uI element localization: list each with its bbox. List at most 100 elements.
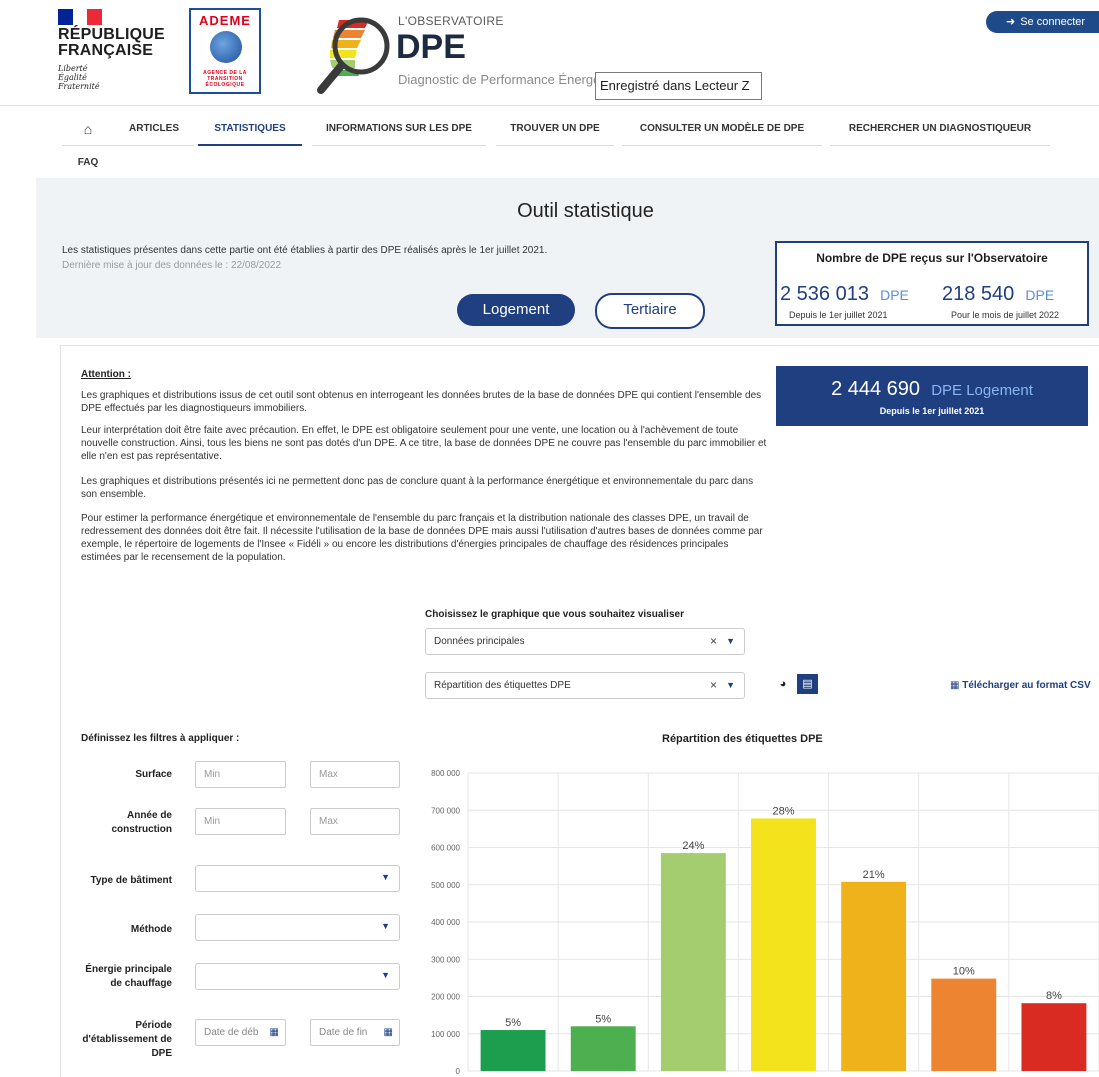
bar-label-A: 5% [505,1017,521,1029]
total-count: 2 536 013 DPE [780,283,909,306]
month-count-value: 218 540 [942,283,1015,305]
surface-min-input[interactable]: Min [195,761,286,788]
category-select[interactable]: Données principales × ▼ [425,628,745,655]
methode-select[interactable]: ▼ [195,914,400,941]
bar-B[interactable] [570,1026,636,1071]
nav-faq[interactable]: FAQ [62,148,114,180]
category-select-value: Données principales [434,636,525,647]
saved-tooltip: Enregistré dans Lecteur Z [595,72,762,100]
y-tick-label: 200 000 [431,993,460,1002]
chart-chooser-label: Choisissez le graphique que vous souhait… [425,609,684,620]
logement-count-caption: Depuis le 1er juillet 2021 [879,406,985,416]
rf-title-line2: FRANÇAISE [58,42,154,59]
total-count-caption: Depuis le 1er juillet 2021 [789,310,888,320]
rf-motto: Liberté Égalité Fraternité [58,64,100,91]
header-divider [0,105,1099,106]
tertiaire-button[interactable]: Tertiaire [595,293,705,329]
nav-rechercher-diagnostiqueur[interactable]: RECHERCHER UN DIAGNOSTIQUEUR [830,114,1050,146]
chevron-down-icon: ▼ [381,970,390,980]
type-batiment-label: Type de bâtiment [90,875,173,886]
bar-D[interactable] [751,818,816,1071]
rf-title-line1: RÉPUBLIQUE [58,26,165,43]
y-tick-label: 600 000 [431,844,460,853]
y-tick-label: 500 000 [431,881,460,890]
bar-label-G: 8% [1046,990,1062,1002]
bar-G[interactable] [1021,1003,1087,1071]
brand-subtitle: Diagnostic de Performance Énergé [398,72,601,87]
observatoire-label: L'OBSERVATOIRE [398,14,504,28]
month-count: 218 540 DPE [942,283,1054,306]
ademe-subtitle: AGENCE DE LA TRANSITION ÉCOLOGIQUE [203,70,247,88]
energie-chauffage-select[interactable]: ▼ [195,963,400,990]
month-count-caption: Pour le mois de juillet 2022 [951,310,1060,320]
nav-informations[interactable]: INFORMATIONS SUR LES DPE [312,114,486,146]
chevron-down-icon: ▼ [381,921,390,931]
home-icon: ⌂ [83,121,93,137]
globe-icon [210,31,242,63]
periode-label: Période d'établissement de DPE [82,1020,172,1059]
y-tick-label: 100 000 [431,1030,460,1039]
main-nav: ⌂ ARTICLES STATISTIQUES INFORMATIONS SUR… [62,114,1062,184]
date-fin-input[interactable]: Date de fin ▦ [310,1019,400,1046]
pie-chart-icon[interactable]: ◕ [772,674,794,694]
surface-label: Surface [135,769,172,780]
graph-select[interactable]: Répartition des étiquettes DPE × ▼ [425,672,745,699]
dpe-brand[interactable]: DPE [396,28,466,66]
y-tick-label: 800 000 [431,769,460,778]
logement-count-unit: DPE Logement [931,382,1033,399]
nav-trouver-dpe[interactable]: TROUVER UN DPE [496,114,614,146]
nav-articles[interactable]: ARTICLES [114,114,194,146]
bar-label-B: 5% [595,1013,611,1025]
annee-max-input[interactable]: Max [310,808,400,835]
download-csv-label: Télécharger au format CSV [962,680,1091,691]
clear-icon[interactable]: × [710,673,717,698]
login-icon: ➜ [1006,16,1016,28]
download-csv-link[interactable]: ▦ Télécharger au format CSV [950,680,1091,691]
logement-count: 2 444 690 DPE Logement [776,378,1088,401]
clear-icon[interactable]: × [710,629,717,654]
graph-select-value: Répartition des étiquettes DPE [434,680,571,691]
motto-liberte: Liberté [58,64,88,73]
bar-label-E: 21% [863,869,885,881]
chevron-down-icon[interactable]: ▼ [726,629,735,654]
motto-fraternite: Fraternité [58,82,100,91]
nav-statistiques[interactable]: STATISTIQUES [198,114,302,146]
month-count-unit: DPE [1025,287,1055,303]
type-batiment-select[interactable]: ▼ [195,865,400,892]
annee-min-input[interactable]: Min [195,808,286,835]
chevron-down-icon[interactable]: ▼ [726,673,735,698]
y-tick-label: 700 000 [431,806,460,815]
dpe-count-box: Nombre de DPE reçus sur l'Observatoire 2… [775,241,1089,326]
attention-title: Attention : [81,369,131,380]
bar-F[interactable] [931,978,997,1071]
ademe-logo[interactable]: ADEME AGENCE DE LA TRANSITION ÉCOLOGIQUE [189,8,261,94]
surface-max-input[interactable]: Max [310,761,400,788]
login-label: Se connecter [1020,16,1086,28]
login-button[interactable]: ➜ Se connecter [986,11,1099,33]
count-box-title: Nombre de DPE reçus sur l'Observatoire [816,251,1048,265]
logement-count-value: 2 444 690 [831,378,921,400]
bar-label-C: 24% [682,840,704,852]
filters-title: Définissez les filtres à appliquer : [81,733,240,744]
calendar-icon[interactable]: ▦ [270,1020,279,1045]
bar-label-D: 28% [772,805,794,817]
bar-E[interactable] [841,881,907,1071]
magnifier-dpe-logo [317,17,390,94]
intro-text: Les statistiques présentes dans cette pa… [62,245,548,256]
nav-consulter-modele[interactable]: CONSULTER UN MODÈLE DE DPE [622,114,822,146]
methode-label: Méthode [130,924,172,935]
bar-C[interactable] [660,853,726,1071]
nav-home[interactable]: ⌂ [62,114,114,146]
attention-paragraph-2: Leur interprétation doit être faite avec… [81,425,767,462]
date-debut-placeholder: Date de déb [204,1027,259,1038]
bar-chart-icon[interactable]: ▤ [797,674,818,694]
calendar-icon[interactable]: ▦ [384,1020,393,1045]
logement-button[interactable]: Logement [457,294,575,326]
bar-A[interactable] [480,1030,546,1071]
republique-francaise-logo[interactable]: RÉPUBLIQUE FRANÇAISE [58,27,165,59]
date-debut-input[interactable]: Date de déb ▦ [195,1019,286,1046]
energie-chauffage-label: Énergie principale de chauffage [85,964,172,989]
annee-construction-label: Année de construction [111,810,172,835]
attention-paragraph-3: Les graphiques et distributions présenté… [81,476,754,500]
dpe-bar-chart: 0 100 000 200 000 300 000 400 000 500 000 600 … [431,769,1099,1076]
